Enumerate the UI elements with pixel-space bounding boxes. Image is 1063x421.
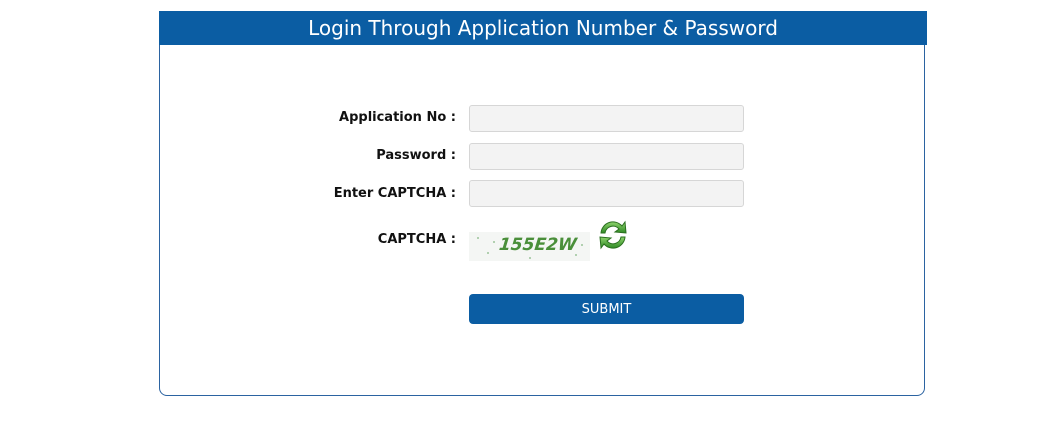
captcha-code: 155E2W: [497, 235, 578, 255]
login-panel: Login Through Application Number & Passw…: [159, 11, 927, 396]
captcha-image: 155E2W: [469, 232, 590, 261]
application-no-label: Application No :: [339, 110, 456, 125]
password-label: Password :: [376, 148, 456, 163]
enter-captcha-label: Enter CAPTCHA :: [333, 186, 456, 201]
enter-captcha-input[interactable]: [469, 180, 744, 207]
submit-button[interactable]: SUBMIT: [469, 294, 744, 324]
password-input[interactable]: [469, 143, 744, 170]
captcha-label: CAPTCHA :: [377, 232, 456, 247]
application-no-input[interactable]: [469, 105, 744, 132]
panel-title: Login Through Application Number & Passw…: [159, 11, 927, 45]
refresh-arrows-icon[interactable]: [595, 218, 631, 252]
